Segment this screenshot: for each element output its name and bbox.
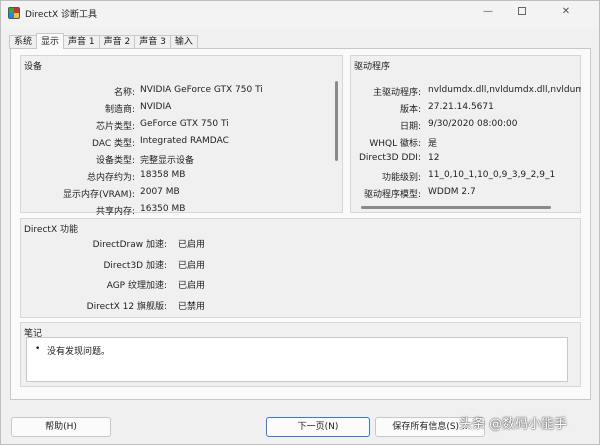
tab-display[interactable]: 显示 <box>36 33 65 49</box>
device-group: 设备 名称: NVIDIA GeForce GTX 750 Ti 制造商: NV… <box>20 55 343 217</box>
feature-label-directdraw: DirectDraw 加速: <box>92 240 167 250</box>
device-vertical-scrollbar[interactable] <box>335 81 338 161</box>
maximize-icon <box>518 7 526 15</box>
driver-label-d3d-ddi: Direct3D DDI: <box>358 153 421 163</box>
device-value-shared-memory: 16350 MB <box>140 204 186 214</box>
display-tab-panel: 设备 名称: NVIDIA GeForce GTX 750 Ti 制造商: NV… <box>10 48 591 400</box>
device-label-total-memory: 总内存约为: <box>86 173 135 183</box>
feature-value-dx12-ultimate: 已禁用 <box>178 302 206 312</box>
title-bar: DirectX 诊断工具 — ✕ <box>1 1 599 27</box>
watermark: 头条 @数码小能手 <box>459 417 568 432</box>
device-label-device-type: 设备类型: <box>95 156 135 166</box>
device-value-vram: 2007 MB <box>140 187 180 197</box>
driver-value-date: 9/30/2020 08:00:00 <box>428 119 518 129</box>
window-title: DirectX 诊断工具 <box>25 10 97 20</box>
tab-sound-1[interactable]: 声音 1 <box>63 35 100 49</box>
feature-value-direct3d: 已启用 <box>178 261 206 271</box>
driver-horizontal-scrollbar[interactable] <box>361 206 551 209</box>
directx-app-icon <box>8 7 20 19</box>
device-label-name: 名称: <box>113 88 135 98</box>
driver-value-whql: 是 <box>428 139 438 149</box>
device-label-chip-type: 芯片类型: <box>95 122 135 132</box>
tab-sound-3[interactable]: 声音 3 <box>134 35 171 49</box>
device-value-chip-type: GeForce GTX 750 Ti <box>140 119 229 129</box>
driver-value-driver-model: WDDM 2.7 <box>428 187 476 197</box>
device-group-title: 设备 <box>24 62 43 72</box>
driver-label-date: 日期: <box>399 122 421 132</box>
device-value-manufacturer: NVIDIA <box>140 102 172 112</box>
driver-value-d3d-ddi: 12 <box>428 153 440 163</box>
minimize-icon: — <box>483 6 493 17</box>
device-value-dac-type: Integrated RAMDAC <box>140 136 229 146</box>
device-value-total-memory: 18358 MB <box>140 170 186 180</box>
driver-label-driver-model: 驱动程序模型: <box>363 190 421 200</box>
tab-input[interactable]: 输入 <box>169 35 198 49</box>
note-bullet-icon: • <box>35 344 41 354</box>
driver-label-whql: WHQL 徽标: <box>369 139 421 149</box>
directx-features-group: DirectX 功能 DirectDraw 加速: 已启用 Direct3D 加… <box>20 218 581 318</box>
driver-label-version: 版本: <box>399 105 421 115</box>
directx-diagnostic-window: DirectX 诊断工具 — ✕ 系统 显示 声音 1 声音 2 声音 3 输入… <box>0 0 600 445</box>
feature-label-dx12-ultimate: DirectX 12 旗舰版: <box>86 302 167 312</box>
feature-label-agp-texture: AGP 纹理加速: <box>106 281 167 291</box>
driver-value-version: 27.21.14.5671 <box>428 102 494 112</box>
tab-sound-2[interactable]: 声音 2 <box>98 35 136 49</box>
driver-label-main-driver: 主驱动程序: <box>372 88 421 98</box>
driver-group: 驱动程序 主驱动程序: nvldumdx.dll,nvldumdx.dll,nv… <box>350 55 581 213</box>
feature-value-directdraw: 已启用 <box>178 240 206 250</box>
device-value-device-type: 完整显示设备 <box>140 156 195 166</box>
minimize-button[interactable]: — <box>471 1 505 23</box>
feature-label-direct3d: Direct3D 加速: <box>103 261 168 271</box>
notes-group: 笔记 • 没有发现问题。 <box>20 322 581 387</box>
device-value-name: NVIDIA GeForce GTX 750 Ti <box>140 85 263 95</box>
driver-group-title: 驱动程序 <box>354 62 391 72</box>
close-button[interactable]: ✕ <box>544 1 588 23</box>
device-label-vram: 显示内存(VRAM): <box>62 190 135 200</box>
device-label-dac-type: DAC 类型: <box>92 139 135 149</box>
driver-label-feature-levels: 功能级别: <box>381 173 421 183</box>
feature-value-agp-texture: 已启用 <box>178 281 206 291</box>
driver-value-feature-levels: 11_0,10_1,10_0,9_3,9_2,9_1 <box>428 170 556 180</box>
features-group-title: DirectX 功能 <box>24 225 78 235</box>
tab-strip: 系统 显示 声音 1 声音 2 声音 3 输入 <box>9 33 198 49</box>
driver-value-main-driver: nvldumdx.dll,nvldumdx.dll,nvldumdx.d <box>428 85 581 95</box>
device-label-shared-memory: 共享内存: <box>95 207 135 217</box>
note-item: 没有发现问题。 <box>47 347 111 357</box>
maximize-button[interactable] <box>505 1 539 23</box>
help-button[interactable]: 帮助(H) <box>11 417 111 437</box>
device-label-manufacturer: 制造商: <box>104 105 135 115</box>
close-icon: ✕ <box>561 6 571 17</box>
tab-system[interactable]: 系统 <box>9 35 38 49</box>
notes-textbox[interactable]: • 没有发现问题。 <box>26 337 568 382</box>
next-page-button[interactable]: 下一页(N) <box>266 417 370 437</box>
